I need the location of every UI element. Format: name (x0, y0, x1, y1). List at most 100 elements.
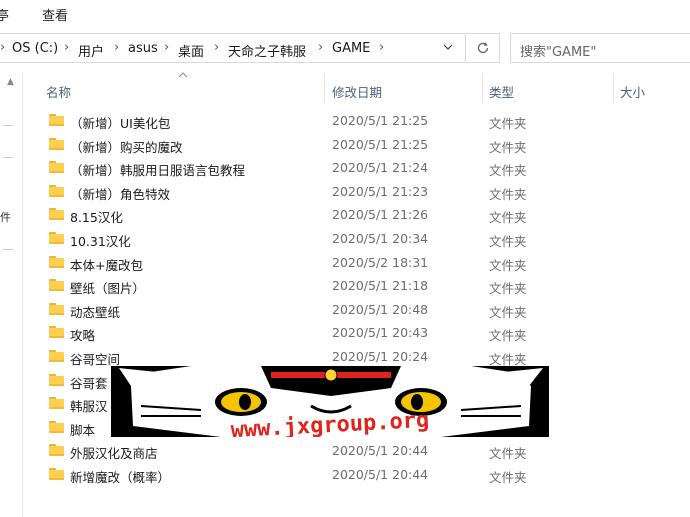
file-type: 文件夹 (489, 281, 527, 297)
file-name: 攻略 (70, 328, 96, 344)
file-name: 本体+魔改包 (70, 257, 143, 273)
file-date: 2020/5/2 18:31 (332, 254, 429, 270)
file-row[interactable]: 外服汉化及商店 2020/5/1 20:44 文件夹 (22, 440, 690, 463)
file-date: 2020/5/1 21:24 (332, 160, 429, 176)
file-name: 新增魔改（概率） (70, 470, 171, 485)
folder-icon (49, 444, 64, 457)
file-row[interactable]: （新增）韩服用日服语言包教程 2020/5/1 21:24 文件夹 (22, 157, 690, 180)
column-header: 名称 修改日期 类型 大小 (22, 71, 690, 103)
cat-logo-icon: www.jxgroup.org (119, 366, 543, 437)
column-name[interactable]: 名称 (46, 82, 71, 101)
folder-icon (49, 161, 64, 174)
menu-item-view[interactable]: 查看 (42, 5, 68, 24)
column-divider[interactable] (613, 73, 614, 103)
column-size[interactable]: 大小 (620, 82, 645, 101)
file-type: 文件夹 (489, 470, 527, 485)
sort-ascending-icon (178, 71, 188, 81)
file-name: （新增）韩服用日服语言包教程 (70, 163, 246, 179)
folder-icon (49, 114, 64, 126)
column-date[interactable]: 修改日期 (332, 82, 382, 101)
column-divider[interactable] (324, 73, 325, 103)
file-name: 韩服汉 (70, 399, 108, 415)
file-name: 壁纸（图片） (70, 281, 146, 297)
file-name: 外服汉化及商店 (70, 446, 158, 462)
nav-divider (3, 125, 13, 126)
search-input[interactable]: 搜索"GAME" (520, 41, 596, 60)
column-type[interactable]: 类型 (489, 82, 514, 101)
file-row[interactable]: 攻略 2020/5/1 20:43 文件夹 (22, 322, 690, 345)
file-row[interactable]: 动态壁纸 2020/5/1 20:48 文件夹 (22, 299, 690, 322)
file-date: 2020/5/1 21:25 (332, 113, 429, 128)
breadcrumb-separator[interactable]: › (114, 40, 119, 55)
file-type: 文件夹 (489, 446, 527, 462)
folder-icon (49, 255, 64, 268)
folder-icon (49, 184, 64, 197)
file-date: 2020/5/1 21:23 (332, 183, 429, 199)
file-row[interactable]: （新增）购买的魔改 2020/5/1 21:25 文件夹 (22, 134, 690, 157)
folder-icon (49, 302, 64, 315)
folder-icon (49, 208, 64, 221)
navigation-pane[interactable]: ▲ 件 (0, 73, 23, 517)
breadcrumb-separator[interactable]: › (164, 40, 169, 55)
file-type: 文件夹 (489, 234, 527, 249)
file-type: 文件夹 (489, 304, 527, 320)
nav-divider (3, 157, 13, 158)
menu-item-share[interactable]: 亭 (0, 5, 9, 24)
file-row[interactable]: 10.31汉化 2020/5/1 20:34 文件夹 (22, 228, 690, 251)
breadcrumb-separator[interactable]: › (379, 40, 384, 55)
file-type: 文件夹 (489, 186, 527, 202)
file-row[interactable]: （新增）角色特效 2020/5/1 21:23 文件夹 (22, 181, 690, 204)
file-date: 2020/5/1 20:24 (332, 349, 429, 364)
watermark-banner: www.jxgroup.org (111, 366, 549, 437)
breadcrumb-os-drive[interactable]: OS (C:) (12, 41, 58, 56)
file-row[interactable]: 本体+魔改包 2020/5/2 18:31 文件夹 (22, 252, 690, 275)
file-name: （新增）角色特效 (70, 186, 171, 202)
file-type: 文件夹 (489, 210, 527, 226)
file-row[interactable]: 壁纸（图片） 2020/5/1 21:18 文件夹 (22, 275, 690, 298)
file-row[interactable]: 新增魔改（概率） 2020/5/1 20:44 文件夹 (22, 464, 690, 487)
file-type: 文件夹 (489, 139, 527, 155)
folder-icon (49, 326, 64, 339)
menu-bar: 亭 查看 (0, 0, 690, 26)
address-row: › OS (C:) › 用户 › asus › 桌面 › 天命之子韩服 › GA… (0, 30, 690, 66)
breadcrumb-asus[interactable]: asus (128, 41, 158, 56)
file-row[interactable]: （新增）UI美化包 2020/5/1 21:25 文件夹 (22, 110, 690, 133)
refresh-icon (477, 42, 488, 54)
breadcrumb-separator[interactable]: › (318, 40, 323, 55)
folder-icon (49, 373, 64, 386)
file-date: 2020/5/1 20:48 (332, 301, 429, 317)
breadcrumb-users[interactable]: 用户 (78, 41, 104, 60)
file-date: 2020/5/1 21:25 (332, 136, 429, 152)
chevron-down-icon[interactable] (442, 41, 454, 56)
breadcrumb-chevron-icon[interactable]: › (0, 40, 5, 55)
file-type: 文件夹 (489, 328, 527, 344)
breadcrumb-desktop[interactable]: 桌面 (178, 41, 204, 60)
file-name: 动态壁纸 (70, 304, 121, 320)
file-type: 文件夹 (489, 163, 527, 179)
breadcrumb-separator[interactable]: › (214, 40, 219, 55)
folder-icon (49, 350, 64, 362)
folder-icon (49, 279, 64, 292)
file-type: 文件夹 (489, 116, 527, 131)
nav-item-label[interactable]: 件 (0, 209, 11, 225)
file-type: 文件夹 (489, 257, 527, 273)
file-name: 谷哥套 (70, 375, 108, 391)
scroll-up-icon[interactable]: ▲ (7, 77, 14, 87)
search-box[interactable]: 搜索"GAME" (510, 33, 690, 63)
folder-icon (49, 420, 64, 433)
file-row[interactable]: 8.15汉化 2020/5/1 21:26 文件夹 (22, 204, 690, 227)
file-name: 10.31汉化 (70, 234, 131, 249)
file-date: 2020/5/1 21:18 (332, 278, 429, 294)
folder-icon (49, 468, 64, 480)
folder-icon (49, 232, 64, 244)
file-name: 8.15汉化 (70, 210, 123, 226)
file-date: 2020/5/1 20:43 (332, 325, 429, 341)
refresh-button[interactable] (466, 33, 500, 63)
column-divider[interactable] (482, 73, 483, 103)
address-bar[interactable]: › OS (C:) › 用户 › asus › 桌面 › 天命之子韩服 › GA… (0, 33, 466, 63)
breadcrumb-tianming[interactable]: 天命之子韩服 (228, 41, 306, 60)
file-name: 脚本 (70, 422, 96, 438)
breadcrumb-separator[interactable]: › (64, 40, 69, 55)
breadcrumb-game[interactable]: GAME (332, 41, 370, 56)
file-date: 2020/5/1 20:34 (332, 231, 429, 246)
